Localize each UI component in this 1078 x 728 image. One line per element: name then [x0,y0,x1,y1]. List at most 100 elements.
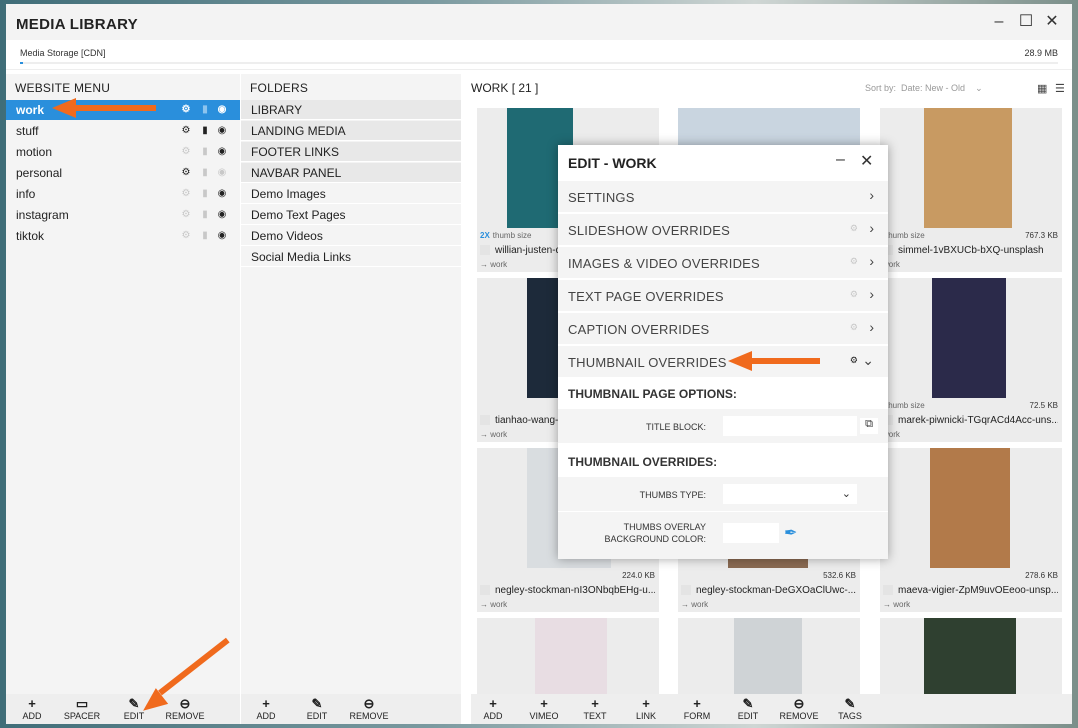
sort-control[interactable]: Sort by: Date: New - Old ⌄ [865,83,983,94]
lock-icon[interactable]: ▮ [199,184,211,204]
select-checkbox[interactable] [480,245,490,255]
eye-icon[interactable]: ◉ [216,205,228,225]
gear-icon[interactable]: ⚙ [180,121,192,141]
window-title: MEDIA LIBRARY [16,16,138,33]
gear-icon[interactable]: ⚙ [180,100,192,120]
eye-icon[interactable]: ◉ [216,226,228,246]
gallery-icon[interactable]: ⧉ [860,418,878,434]
overlay-color-input[interactable] [723,523,779,543]
sidebar-item-label: info [16,187,36,201]
select-checkbox[interactable] [480,415,490,425]
modal-close-icon[interactable]: ✕ [860,151,873,171]
gear-icon[interactable]: ⚙ [180,205,192,225]
gear-icon[interactable]: ⚙ [180,226,192,246]
lock-icon[interactable]: ▮ [199,100,211,120]
menu-remove-button[interactable]: ⊖ REMOVE [161,697,209,721]
folder-item[interactable]: NAVBAR PANEL [241,163,461,183]
tags-button[interactable]: ✎ TAGS [826,697,874,721]
folder-item[interactable]: LIBRARY [241,100,461,120]
gear-icon: ⚙ [849,223,858,233]
modal-row-images-video-overrides[interactable]: IMAGES & VIDEO OVERRIDES ⚙ › [558,246,888,278]
link-button[interactable]: + LINK [622,697,670,721]
lock-icon[interactable]: ▮ [199,163,211,183]
title-bar: MEDIA LIBRARY – ☐ ✕ [6,4,1072,40]
thumbnail-card[interactable]: 278.6 KB maeva-vigier-ZpM9uvOEeoo-unsp...… [880,448,1062,612]
grid-view-icon[interactable]: ▦ [1037,82,1047,95]
work-remove-button[interactable]: ⊖ REMOVE [775,697,823,721]
thumbnail-card[interactable] [477,618,659,694]
work-count: [ 21 ] [511,81,539,95]
folder-item[interactable]: Demo Videos [241,226,461,246]
file-size: 767.3 KB [1025,231,1058,240]
eye-icon[interactable]: ◉ [216,184,228,204]
lock-icon[interactable]: ▮ [199,226,211,246]
modal-row-settings[interactable]: SETTINGS › [558,180,888,212]
select-checkbox[interactable] [883,585,893,595]
thumbnail-card[interactable]: thumb size 767.3 KB simmel-1vBXUCb-bXQ-uns… [880,108,1062,272]
form-button[interactable]: + FORM [673,697,721,721]
work-add-button[interactable]: + ADD [469,697,517,721]
folder-item[interactable]: Social Media Links [241,247,461,267]
select-checkbox[interactable] [480,585,490,595]
storage-indicator: Media Storage [CDN] 28.9 MB [6,40,1072,70]
text-button[interactable]: + TEXT [571,697,619,721]
sidebar-item-tiktok[interactable]: tiktok ⚙ ▮ ◉ [6,226,240,246]
eye-icon[interactable]: ◉ [216,121,228,141]
folder-item[interactable]: LANDING MEDIA [241,121,461,141]
overlay-color-label: THUMBS OVERLAY BACKGROUND COLOR: [604,522,706,544]
modal-row-caption-overrides[interactable]: CAPTION OVERRIDES ⚙ › [558,312,888,344]
folder-add-button[interactable]: + ADD [242,697,290,721]
folder-item[interactable]: Demo Images [241,184,461,204]
thumbs-type-select[interactable]: ⌄ [723,484,857,504]
eye-icon[interactable]: ◉ [216,163,228,183]
modal-row-thumbnail-overrides[interactable]: THUMBNAIL OVERRIDES ⚙ ⌄ [558,345,888,377]
modal-row-slideshow-overrides[interactable]: SLIDESHOW OVERRIDES ⚙ › [558,213,888,245]
thumbnail-card[interactable]: thumb size 72.5 KB marek-piwnicki-TGqrACd4… [880,278,1062,442]
gear-icon: ⚙ [849,256,858,266]
lock-icon[interactable]: ▮ [199,121,211,141]
folder-item[interactable]: Demo Text Pages [241,205,461,225]
folder-item[interactable]: FOOTER LINKS [241,142,461,162]
sidebar-item-motion[interactable]: motion ⚙ ▮ ◉ [6,142,240,162]
gear-icon[interactable]: ⚙ [180,184,192,204]
chevron-right-icon: › [869,220,874,236]
gear-icon[interactable]: ⚙ [180,163,192,183]
folder-remove-button[interactable]: ⊖ REMOVE [345,697,393,721]
row-label: CAPTION OVERRIDES [568,322,710,337]
chevron-down-icon: ⌄ [862,352,874,368]
gear-icon[interactable]: ⚙ [180,142,192,162]
eyedropper-icon[interactable]: ✒ [784,523,797,543]
plus-icon: + [262,696,270,711]
file-name: negley-stockman-nI3ONbqbEHg-u... [495,585,655,596]
sidebar-item-info[interactable]: info ⚙ ▮ ◉ [6,184,240,204]
thumbnail-card[interactable] [880,618,1062,694]
select-checkbox[interactable] [681,585,691,595]
chevron-right-icon: › [869,319,874,335]
title-block-input[interactable] [723,416,857,436]
folder-edit-button[interactable]: ✎ EDIT [293,697,341,721]
minimize-icon[interactable]: – [990,13,1008,31]
close-icon[interactable]: ✕ [1043,13,1061,31]
sidebar-item-stuff[interactable]: stuff ⚙ ▮ ◉ [6,121,240,141]
storage-label: Media Storage [CDN] [20,48,106,58]
lock-icon[interactable]: ▮ [199,142,211,162]
eye-icon[interactable]: ◉ [216,100,228,120]
modal-minimize-icon[interactable]: – [836,151,845,169]
maximize-icon[interactable]: ☐ [1017,13,1035,31]
sidebar-item-instagram[interactable]: instagram ⚙ ▮ ◉ [6,205,240,225]
work-edit-button[interactable]: ✎ EDIT [724,697,772,721]
lock-icon[interactable]: ▮ [199,205,211,225]
eye-icon[interactable]: ◉ [216,142,228,162]
modal-row-text-page-overrides[interactable]: TEXT PAGE OVERRIDES ⚙ › [558,279,888,311]
gear-icon: ⚙ [849,322,858,332]
vimeo-button[interactable]: + VIMEO [520,697,568,721]
menu-add-button[interactable]: + ADD [8,697,56,721]
row-label: THUMBNAIL OVERRIDES [568,355,727,370]
menu-spacer-button[interactable]: ▭ SPACER [58,697,106,721]
thumbnail-card[interactable] [678,618,860,694]
list-view-icon[interactable]: ☰ [1055,82,1065,95]
row-label: TEXT PAGE OVERRIDES [568,289,724,304]
sidebar-item-personal[interactable]: personal ⚙ ▮ ◉ [6,163,240,183]
folders-toolbar: + ADD ✎ EDIT ⊖ REMOVE [241,694,461,724]
sidebar-item-label: work [16,103,45,117]
